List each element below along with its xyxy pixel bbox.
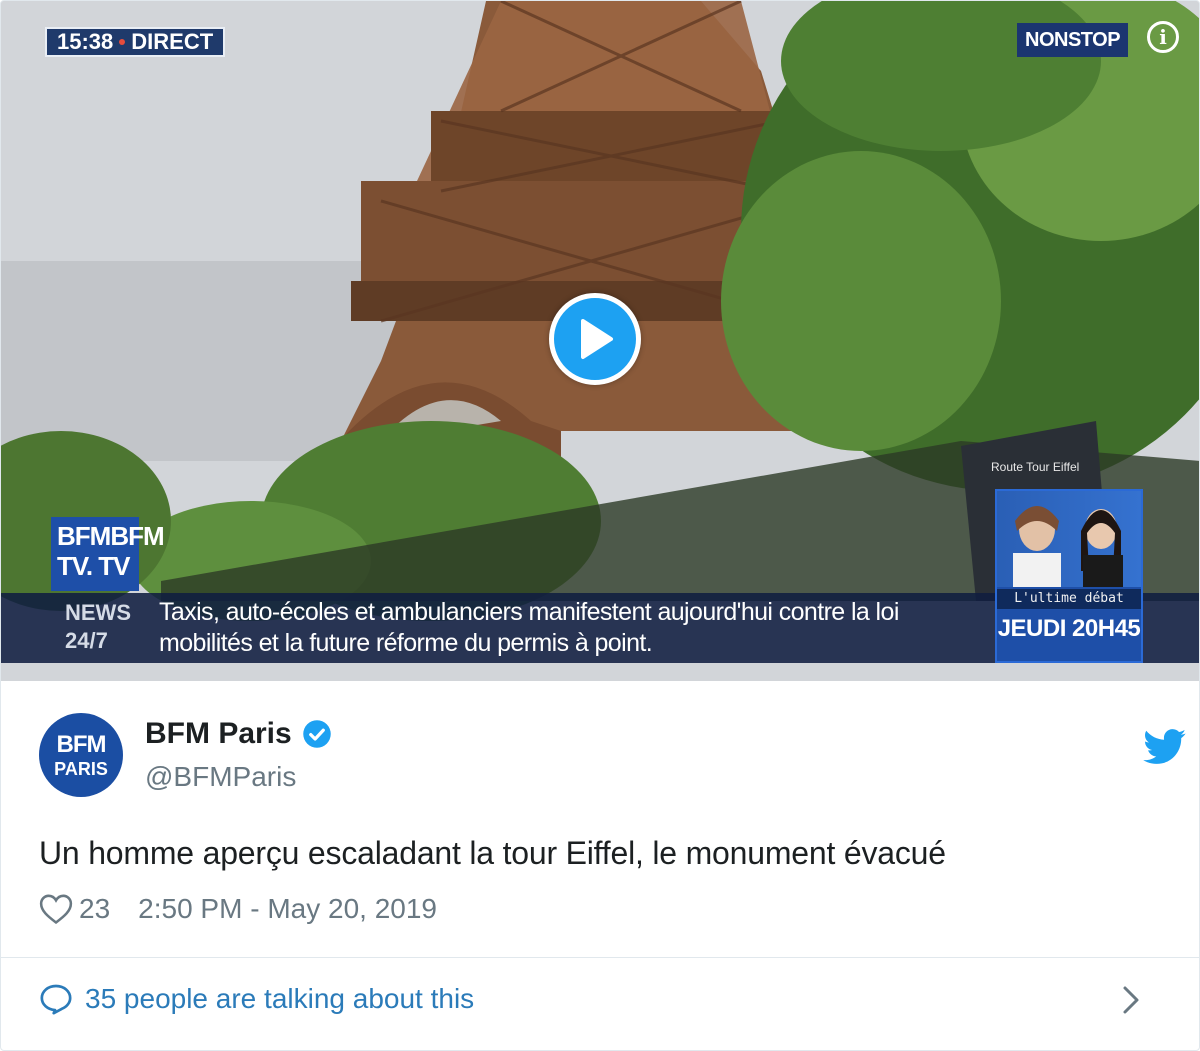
channel-logo-line2: TV. TV [57,551,131,581]
conversation-text[interactable]: 35 people are talking about this [85,983,474,1015]
play-button[interactable] [549,293,641,385]
tweet-embed-card: Route Tour Eiffel 15:38 DIRECT NONSTOP i… [0,0,1200,1051]
channel-logo: BFMBFM TV. TV [51,517,165,591]
info-icon[interactable]: i [1147,21,1179,53]
avatar-line2: PARIS [54,759,108,779]
ticker-text: Taxis, auto-écoles et ambulanciers manif… [159,598,899,657]
speech-bubble-icon [40,984,72,1015]
channel-badge: NONSTOP [1017,23,1129,57]
avatar-line1: BFM [56,731,107,758]
author-handle[interactable]: @BFMParis [145,761,296,793]
live-time: 15:38 [57,29,114,54]
ticker-label-line2: 24/7 [65,628,108,653]
like-count[interactable]: 23 [79,893,110,925]
twitter-bird-icon[interactable] [1143,729,1187,765]
ticker-label-line1: NEWS [65,600,131,625]
promo-subtitle: L'ultime débat [997,589,1141,609]
divider [1,957,1199,958]
live-label: DIRECT [131,29,214,54]
tweet-text: Un homme aperçu escaladant la tour Eiffe… [39,835,946,871]
ticker-label: NEWS 24/7 [65,599,145,655]
promo-time: JEUDI 20H45 [997,615,1141,642]
chevron-right-icon[interactable] [1119,985,1143,1015]
sign-text: Route Tour Eiffel [991,460,1079,474]
promo-image [997,491,1141,587]
live-dot-icon [119,39,126,45]
conversation-link[interactable]: 35 people are talking about this [39,979,474,1019]
video-player[interactable]: Route Tour Eiffel 15:38 DIRECT NONSTOP i… [1,1,1199,681]
tweet-author[interactable]: BFM PARIS BFM Paris @BFMParis [39,713,1186,803]
show-promo: L'ultime débat JEUDI 20H45 [995,489,1143,663]
tweet-meta: 23 2:50 PM - May 20, 2019 [39,891,437,927]
avatar[interactable]: BFM PARIS [39,713,123,797]
tweet-timestamp[interactable]: 2:50 PM - May 20, 2019 [138,893,437,925]
verified-badge-icon [302,720,331,748]
play-icon [581,319,613,359]
live-badge: 15:38 DIRECT [45,27,226,57]
channel-logo-line1: BFMBFM [57,521,165,551]
author-name[interactable]: BFM Paris [145,717,292,751]
author-name-row[interactable]: BFM Paris [145,717,332,751]
heart-icon[interactable] [39,893,73,925]
